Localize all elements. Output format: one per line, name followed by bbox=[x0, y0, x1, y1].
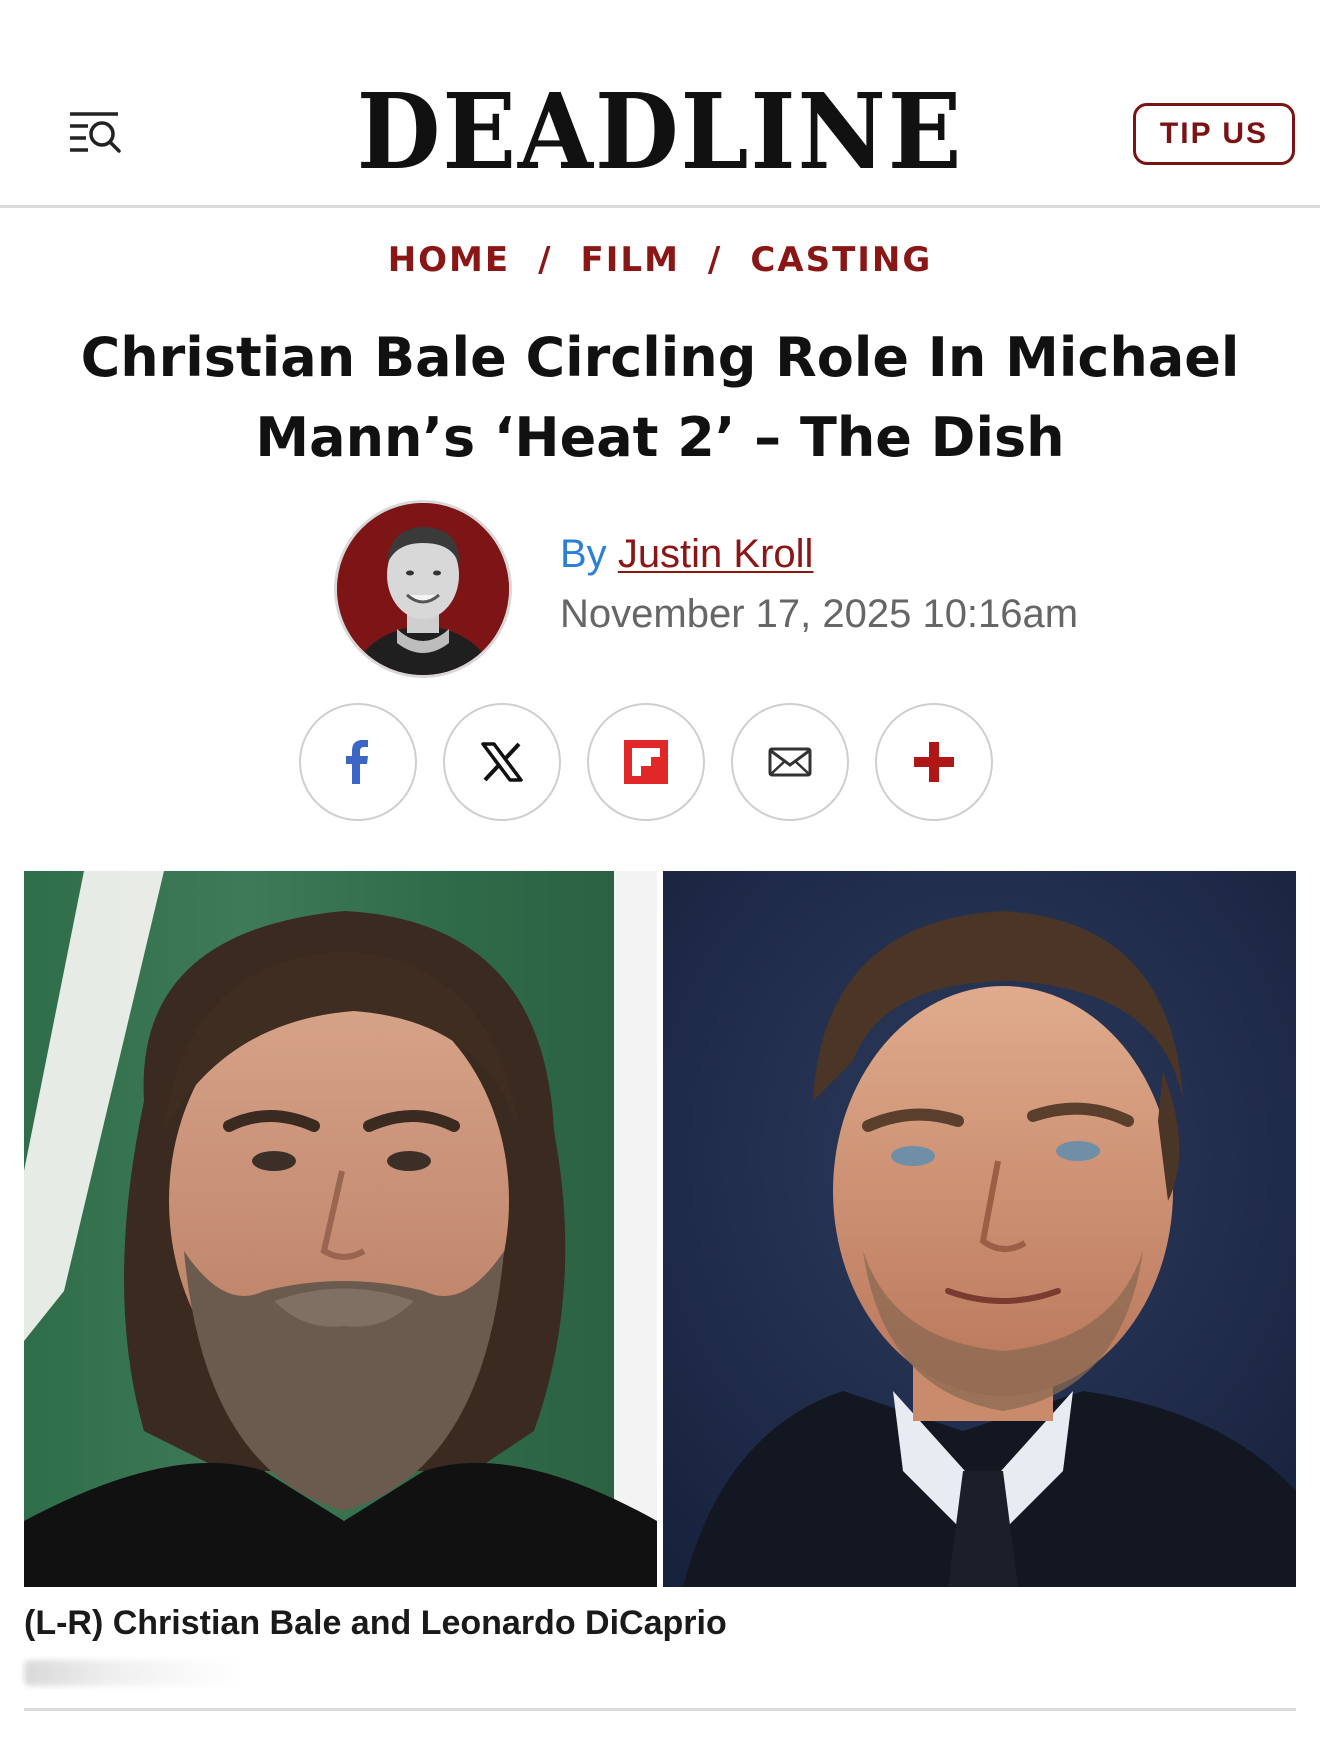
divider bbox=[24, 1708, 1296, 1711]
image-caption: (L-R) Christian Bale and Leonardo DiCapr… bbox=[24, 1604, 727, 1642]
menu-search-button[interactable] bbox=[66, 108, 122, 160]
breadcrumb-separator: / bbox=[707, 240, 723, 280]
image-credit-blurred bbox=[24, 1660, 244, 1686]
share-flipboard-button[interactable] bbox=[587, 703, 705, 821]
facebook-icon bbox=[346, 740, 368, 784]
tip-us-button[interactable]: TIP US bbox=[1133, 103, 1295, 165]
portrait-left bbox=[24, 871, 657, 1587]
author-link[interactable]: Justin Kroll bbox=[618, 532, 814, 576]
byline-prefix: By bbox=[560, 532, 607, 576]
hero-photo-right bbox=[663, 871, 1296, 1587]
breadcrumb-casting[interactable]: CASTING bbox=[750, 240, 932, 280]
author-avatar[interactable] bbox=[334, 500, 512, 678]
menu-search-icon bbox=[70, 112, 121, 153]
site-header: DEADLINE TIP US bbox=[0, 0, 1320, 208]
flipboard-icon bbox=[624, 740, 668, 784]
byline: By Justin Kroll bbox=[560, 532, 813, 577]
share-bar bbox=[299, 703, 999, 823]
author-photo bbox=[337, 503, 509, 675]
share-email-button[interactable] bbox=[731, 703, 849, 821]
x-icon bbox=[481, 742, 523, 782]
breadcrumb-film[interactable]: FILM bbox=[581, 240, 680, 280]
portrait-right bbox=[663, 871, 1296, 1587]
site-logo[interactable]: DEADLINE bbox=[353, 80, 967, 184]
share-facebook-button[interactable] bbox=[299, 703, 417, 821]
publish-date: November 17, 2025 10:16am bbox=[560, 592, 1079, 636]
breadcrumb-home[interactable]: HOME bbox=[388, 240, 510, 280]
breadcrumb-separator: / bbox=[538, 240, 553, 280]
plus-icon bbox=[914, 742, 954, 782]
hero-photo-left bbox=[24, 871, 657, 1587]
hero-image bbox=[24, 871, 1296, 1587]
share-more-button[interactable] bbox=[875, 703, 993, 821]
email-icon bbox=[768, 747, 812, 777]
article-title: Christian Bale Circling Role In Michael … bbox=[80, 326, 1240, 469]
share-x-button[interactable] bbox=[443, 703, 561, 821]
breadcrumb: HOME / FILM / CASTING bbox=[0, 240, 1320, 280]
